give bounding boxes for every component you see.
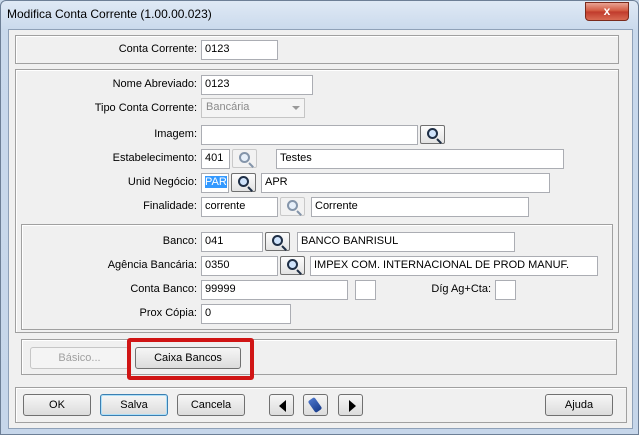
- previous-button[interactable]: [269, 394, 294, 416]
- imagem-field[interactable]: [201, 125, 418, 145]
- nome-abreviado-field[interactable]: 0123: [201, 75, 313, 95]
- banco-label: Banco:: [162, 235, 197, 247]
- search-icon: [287, 200, 298, 211]
- conta-banco-field[interactable]: 99999: [201, 280, 348, 300]
- dialog-window: Modifica Conta Corrente (1.00.00.023) x …: [0, 0, 639, 435]
- conta-corrente-label: Conta Corrente:: [118, 43, 197, 55]
- window-title: Modifica Conta Corrente (1.00.00.023): [7, 7, 212, 21]
- tipo-conta-select[interactable]: Bancária: [201, 98, 305, 118]
- unid-negocio-desc-field[interactable]: APR: [261, 173, 550, 193]
- conta-banco-label: Conta Banco:: [130, 283, 197, 295]
- edit-button[interactable]: [303, 394, 328, 416]
- estabelecimento-desc-field[interactable]: Testes: [276, 149, 564, 169]
- ok-button[interactable]: OK: [23, 394, 91, 416]
- arrow-right-icon: [349, 400, 356, 412]
- dig-ag-cta-field[interactable]: [495, 280, 516, 300]
- prox-copia-label: Prox Cópia:: [139, 307, 197, 319]
- dig-ag-cta-label: Díg Ag+Cta:: [431, 283, 491, 295]
- banco-code-field[interactable]: 041: [201, 232, 263, 252]
- cancela-button[interactable]: Cancela: [177, 394, 245, 416]
- finalidade-search-button[interactable]: [280, 197, 305, 216]
- estabelecimento-search-button[interactable]: [232, 149, 257, 168]
- agencia-code-field[interactable]: 0350: [201, 256, 278, 276]
- conta-banco-digit-field[interactable]: [355, 280, 376, 300]
- imagem-search-button[interactable]: [420, 125, 445, 144]
- search-icon: [239, 152, 250, 163]
- tipo-conta-value: Bancária: [206, 101, 250, 113]
- unid-negocio-search-button[interactable]: [231, 173, 256, 192]
- search-icon: [238, 176, 249, 187]
- conta-corrente-field[interactable]: 0123: [201, 40, 278, 60]
- search-icon: [272, 235, 283, 246]
- finalidade-label: Finalidade:: [143, 200, 197, 212]
- finalidade-desc-field[interactable]: Corrente: [311, 197, 529, 217]
- search-icon: [287, 259, 298, 270]
- unid-negocio-code-field[interactable]: PAR: [201, 173, 229, 193]
- banco-search-button[interactable]: [265, 232, 290, 251]
- agencia-label: Agência Bancária:: [107, 259, 197, 271]
- unid-negocio-code-selection: PAR: [205, 176, 227, 188]
- nome-abreviado-label: Nome Abreviado:: [112, 78, 197, 90]
- next-button[interactable]: [338, 394, 363, 416]
- tipo-conta-label: Tipo Conta Corrente:: [94, 102, 197, 114]
- salva-button[interactable]: Salva: [100, 394, 168, 416]
- agencia-desc-field[interactable]: IMPEX COM. INTERNACIONAL DE PROD MANUF.: [310, 256, 598, 276]
- search-icon: [427, 128, 438, 139]
- basico-button[interactable]: Básico...: [30, 347, 129, 369]
- banco-desc-field[interactable]: BANCO BANRISUL: [297, 232, 515, 252]
- close-button[interactable]: x: [585, 2, 629, 21]
- estabelecimento-label: Estabelecimento:: [112, 152, 197, 164]
- agencia-search-button[interactable]: [280, 256, 305, 275]
- pen-icon: [307, 396, 323, 414]
- imagem-label: Imagem:: [154, 128, 197, 140]
- chevron-down-icon: [292, 106, 300, 110]
- finalidade-code-field[interactable]: corrente: [201, 197, 278, 217]
- arrow-left-icon: [279, 400, 286, 412]
- ajuda-button[interactable]: Ajuda: [545, 394, 613, 416]
- unid-negocio-label: Unid Negócio:: [127, 176, 197, 188]
- prox-copia-field[interactable]: 0: [201, 304, 291, 324]
- annotation-highlight: [127, 338, 254, 380]
- estabelecimento-code-field[interactable]: 401: [201, 149, 230, 169]
- close-icon: x: [603, 4, 611, 18]
